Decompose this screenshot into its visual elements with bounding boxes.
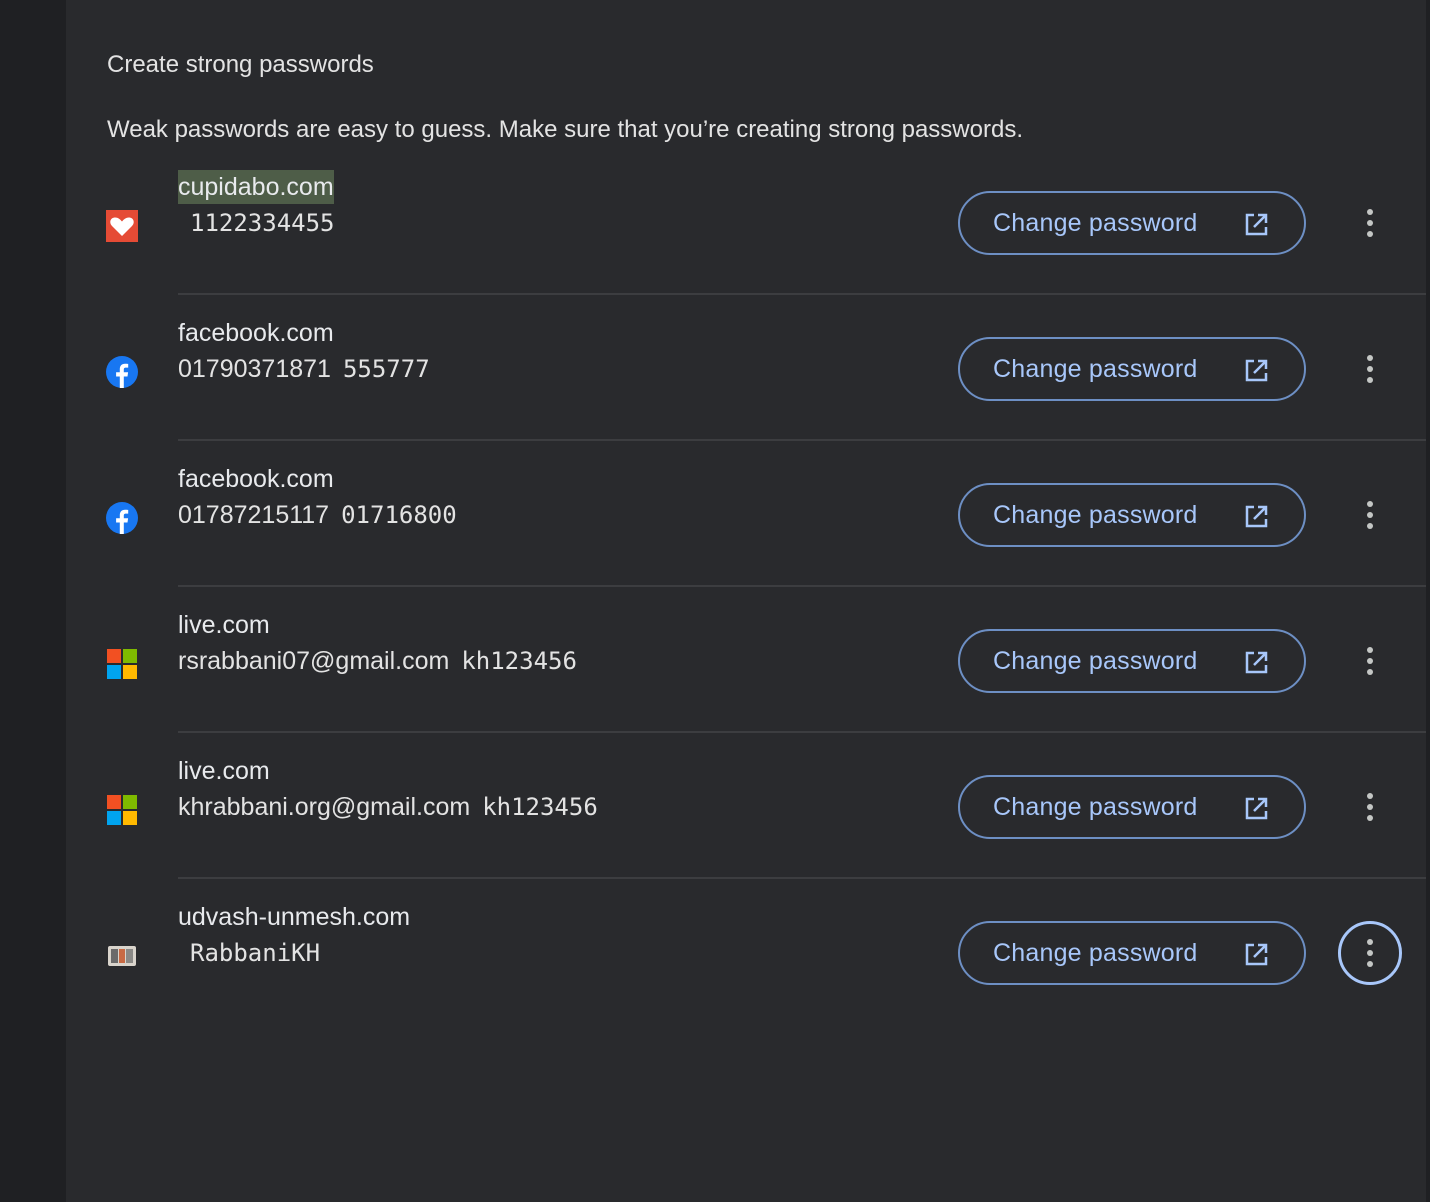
microsoft-icon [106, 648, 138, 680]
change-password-label: Change password [993, 208, 1198, 237]
change-password-button[interactable]: Change password [958, 191, 1306, 255]
change-password-label: Change password [993, 354, 1198, 383]
credentials: RabbaniKH [178, 936, 320, 970]
password: 555777 [342, 355, 430, 383]
site-name: facebook.com [178, 465, 334, 493]
section-title: Create strong passwords [107, 51, 374, 78]
site-name: cupidabo.com [178, 170, 334, 204]
more-vert-icon [1367, 793, 1373, 821]
right-edge [1426, 0, 1430, 1202]
change-password-label: Change password [993, 646, 1198, 675]
username: 01790371871 [178, 355, 331, 383]
credentials: 1122334455 [178, 206, 335, 240]
udvash-icon [106, 940, 138, 972]
more-vert-icon [1367, 647, 1373, 675]
heart-icon [106, 210, 138, 242]
change-password-label: Change password [993, 500, 1198, 529]
external-link-icon [1245, 213, 1268, 236]
change-password-button[interactable]: Change password [958, 921, 1306, 985]
change-password-button[interactable]: Change password [958, 629, 1306, 693]
more-actions-button[interactable] [1338, 629, 1402, 693]
credentials: rsrabbani07@gmail.com kh123456 [178, 644, 577, 678]
password-row: live.com khrabbani.org@gmail.com kh12345… [66, 732, 1426, 879]
more-vert-icon [1367, 501, 1373, 529]
more-actions-button[interactable] [1338, 921, 1402, 985]
username: khrabbani.org@gmail.com [178, 793, 471, 821]
site-name: live.com [178, 611, 270, 639]
password-row: facebook.com 01787215117 01716800 Change… [66, 440, 1426, 587]
site-name: facebook.com [178, 319, 334, 347]
more-actions-button[interactable] [1338, 191, 1402, 255]
external-link-icon [1245, 505, 1268, 528]
credentials: khrabbani.org@gmail.com kh123456 [178, 790, 598, 824]
external-link-icon [1245, 797, 1268, 820]
more-vert-icon [1367, 355, 1373, 383]
password-row: live.com rsrabbani07@gmail.com kh123456 … [66, 586, 1426, 733]
change-password-button[interactable]: Change password [958, 483, 1306, 547]
facebook-icon [106, 502, 138, 534]
more-vert-icon [1367, 209, 1373, 237]
more-actions-button[interactable] [1338, 775, 1402, 839]
external-link-icon [1245, 943, 1268, 966]
credentials: 01787215117 01716800 [178, 498, 457, 532]
credentials: 01790371871 555777 [178, 352, 430, 386]
more-actions-button[interactable] [1338, 483, 1402, 547]
password: 1122334455 [190, 209, 335, 237]
username: 01787215117 [178, 501, 330, 529]
password: 01716800 [341, 501, 457, 529]
left-rail [0, 0, 66, 1202]
password-row: udvash-unmesh.com RabbaniKH Change passw… [66, 878, 1426, 1024]
change-password-button[interactable]: Change password [958, 775, 1306, 839]
external-link-icon [1245, 651, 1268, 674]
microsoft-icon [106, 794, 138, 826]
change-password-label: Change password [993, 792, 1198, 821]
password: kh123456 [482, 793, 598, 821]
site-name: live.com [178, 757, 270, 785]
more-vert-icon [1367, 939, 1373, 967]
section-description: Weak passwords are easy to guess. Make s… [107, 116, 1023, 143]
change-password-button[interactable]: Change password [958, 337, 1306, 401]
facebook-icon [106, 356, 138, 388]
site-name: udvash-unmesh.com [178, 903, 411, 931]
password: RabbaniKH [190, 939, 321, 967]
change-password-label: Change password [993, 938, 1198, 967]
password: kh123456 [461, 647, 577, 675]
username: rsrabbani07@gmail.com [178, 647, 450, 675]
external-link-icon [1245, 359, 1268, 382]
more-actions-button[interactable] [1338, 337, 1402, 401]
password-row: facebook.com 01790371871 555777 Change p… [66, 294, 1426, 441]
password-row: cupidabo.com 1122334455 Change password [66, 148, 1426, 295]
